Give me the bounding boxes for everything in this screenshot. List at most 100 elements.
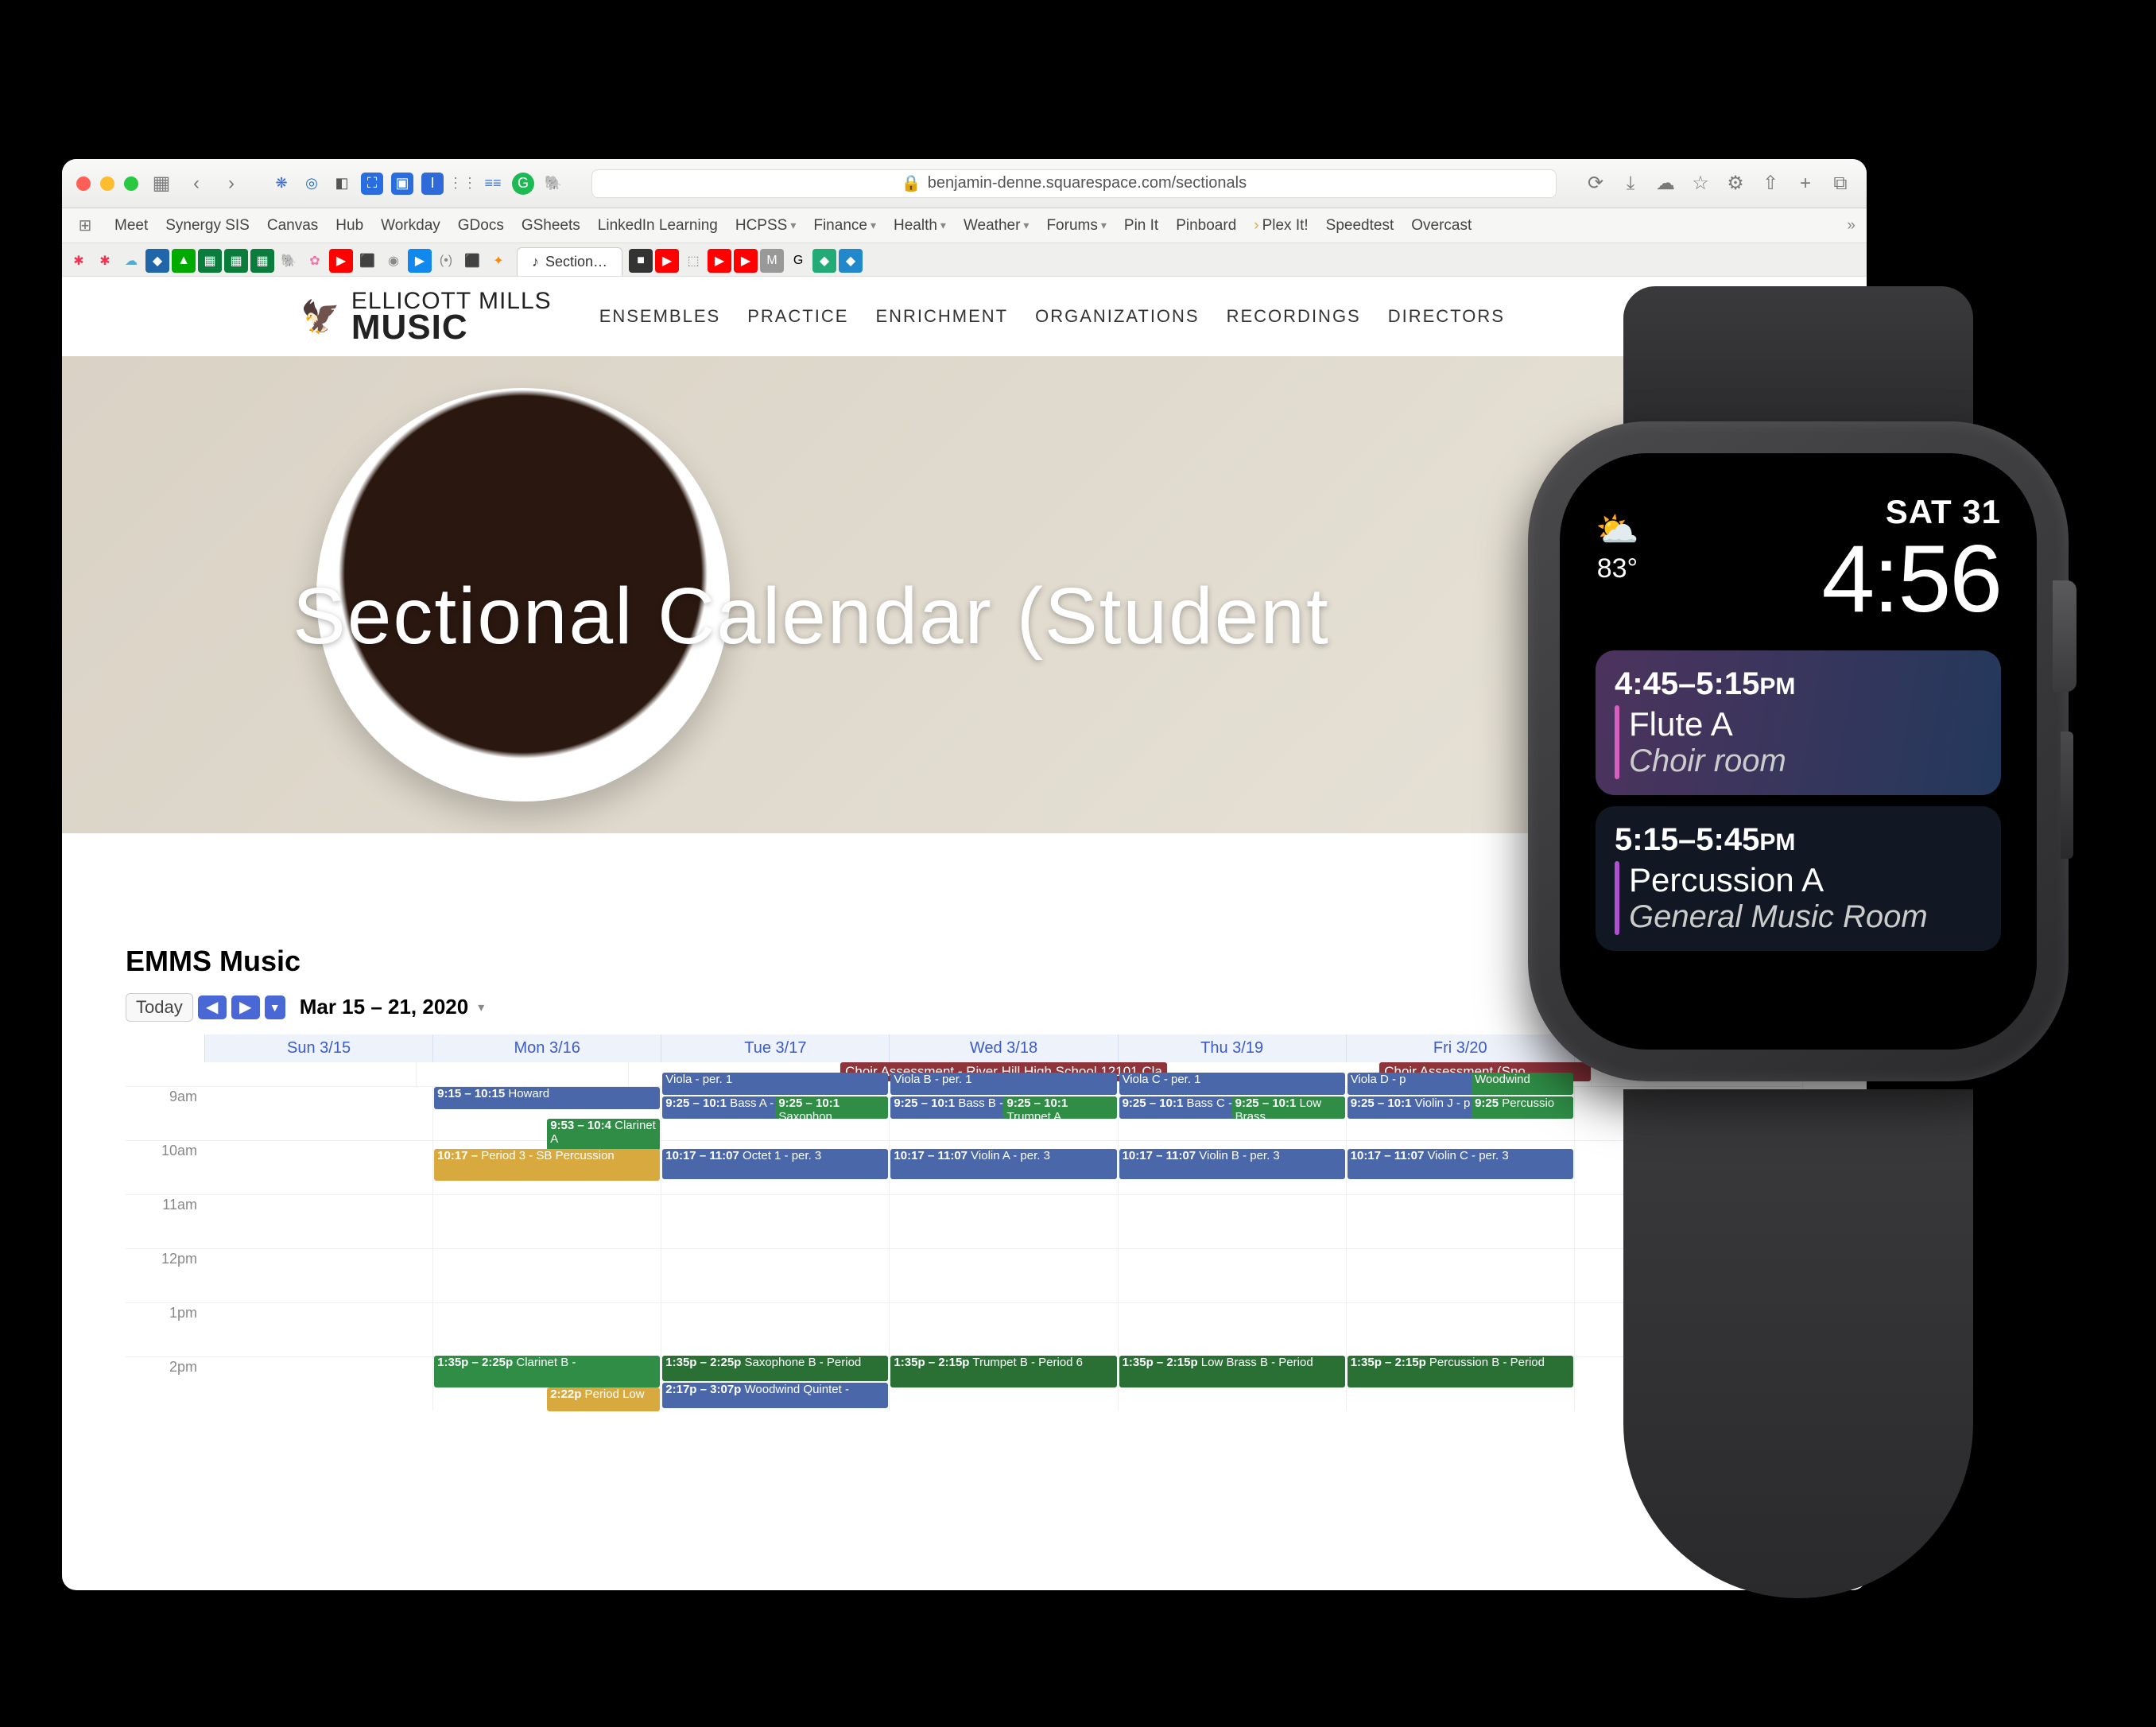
- bookmark-item[interactable]: Hub: [335, 217, 363, 235]
- address-bar[interactable]: 🔒 benjamin-denne.squarespace.com/section…: [591, 169, 1557, 198]
- bookmark-item[interactable]: Synergy SIS: [165, 217, 250, 235]
- extension-icon[interactable]: ▣: [391, 173, 413, 195]
- fullscreen-window-button[interactable]: [124, 177, 138, 191]
- pinned-tab[interactable]: ☁: [119, 249, 143, 273]
- pinned-tab[interactable]: ✱: [93, 249, 117, 273]
- pinned-tab[interactable]: G: [786, 249, 810, 273]
- sidebar-toggle-icon[interactable]: ▦: [149, 172, 173, 196]
- pinned-tab[interactable]: ▶: [655, 249, 679, 273]
- downloads-icon[interactable]: ⤓: [1619, 172, 1642, 196]
- pinned-tab[interactable]: ■: [629, 249, 653, 273]
- pinned-tab[interactable]: ▶: [329, 249, 353, 273]
- share-icon[interactable]: ⇧: [1759, 172, 1782, 196]
- upcoming-event-card[interactable]: 5:15–5:45PM Percussion A General Music R…: [1596, 806, 2001, 951]
- bookmark-folder[interactable]: Weather▾: [964, 217, 1030, 235]
- bookmark-folder[interactable]: Finance▾: [813, 217, 876, 235]
- minimize-window-button[interactable]: [100, 177, 114, 191]
- extension-icon[interactable]: ❋: [270, 173, 293, 195]
- calendar-event[interactable]: 9:25 – 10:1 Trumpet A: [1003, 1096, 1116, 1119]
- bookmark-item[interactable]: Pin It: [1124, 217, 1158, 235]
- favorite-icon[interactable]: ☆: [1689, 172, 1712, 196]
- pinned-tab[interactable]: ⬛: [460, 249, 484, 273]
- pinned-tab[interactable]: ◉: [382, 249, 405, 273]
- bookmark-item[interactable]: Workday: [381, 217, 440, 235]
- pinned-tab[interactable]: ⬚: [681, 249, 705, 273]
- extension-icon[interactable]: ≡≡: [482, 173, 504, 195]
- next-week-button[interactable]: ▶: [231, 995, 260, 1019]
- nav-item[interactable]: RECORDINGS: [1227, 306, 1361, 327]
- extension-icon[interactable]: ⛶: [361, 173, 383, 195]
- calendar-event[interactable]: Viola B - per. 1: [890, 1073, 1116, 1095]
- extension-icon[interactable]: ◧: [331, 173, 353, 195]
- cloud-icon[interactable]: ☁: [1654, 172, 1677, 196]
- bookmark-item[interactable]: Overcast: [1411, 217, 1472, 235]
- back-button[interactable]: ‹: [184, 172, 208, 196]
- forward-button[interactable]: ›: [219, 172, 243, 196]
- calendar-event[interactable]: Viola C - per. 1: [1119, 1073, 1345, 1095]
- pinned-tab[interactable]: ▶: [708, 249, 731, 273]
- upcoming-event-card[interactable]: 4:45–5:15PM Flute A Choir room: [1596, 650, 2001, 795]
- bookmark-item[interactable]: ›Plex It!: [1254, 217, 1308, 235]
- bookmark-item[interactable]: Canvas: [267, 217, 318, 235]
- pinned-tab[interactable]: ⬛: [355, 249, 379, 273]
- chevron-down-icon[interactable]: ▾: [478, 999, 484, 1015]
- grammarly-icon[interactable]: G: [512, 173, 534, 195]
- side-button[interactable]: [2061, 732, 2073, 859]
- bookmark-folder[interactable]: Forums▾: [1046, 217, 1106, 235]
- pinned-tab[interactable]: ◆: [839, 249, 863, 273]
- day-header[interactable]: Thu 3/19: [1119, 1034, 1347, 1062]
- date-picker-button[interactable]: ▼: [265, 995, 285, 1019]
- bookmark-item[interactable]: GSheets: [522, 217, 580, 235]
- pinned-tab[interactable]: ▦: [250, 249, 274, 273]
- calendar-event[interactable]: 9:15 – 10:15 Howard: [434, 1087, 660, 1109]
- pinned-tab[interactable]: ✱: [67, 249, 91, 273]
- day-header[interactable]: Sun 3/15: [205, 1034, 433, 1062]
- pinned-tab[interactable]: ▶: [408, 249, 432, 273]
- day-header[interactable]: Tue 3/17: [661, 1034, 890, 1062]
- pinned-tab[interactable]: ▦: [198, 249, 222, 273]
- active-tab[interactable]: ♪ Section…: [517, 247, 622, 276]
- bookmark-item[interactable]: LinkedIn Learning: [598, 217, 718, 235]
- close-window-button[interactable]: [76, 177, 91, 191]
- pinned-tab[interactable]: ◆: [812, 249, 836, 273]
- calendar-event[interactable]: Viola - per. 1: [662, 1073, 888, 1095]
- extension-icon[interactable]: I: [421, 173, 444, 195]
- rss-icon[interactable]: ⋮⋮: [452, 173, 474, 195]
- new-tab-button[interactable]: +: [1793, 172, 1817, 196]
- pinned-tab[interactable]: ▶: [734, 249, 758, 273]
- calendar-event[interactable]: 9:25 – 10:1 Saxophon: [775, 1096, 888, 1119]
- settings-icon[interactable]: ⚙: [1724, 172, 1747, 196]
- reload-button[interactable]: ⟳: [1584, 172, 1607, 196]
- day-header[interactable]: Mon 3/16: [433, 1034, 661, 1062]
- today-button[interactable]: Today: [126, 993, 193, 1022]
- pinned-tab[interactable]: ✦: [487, 249, 510, 273]
- tabs-icon[interactable]: ⧉: [1828, 172, 1852, 196]
- pinned-tab[interactable]: (•): [434, 249, 458, 273]
- evernote-icon[interactable]: 🐘: [542, 173, 564, 195]
- pinned-tab[interactable]: M: [760, 249, 784, 273]
- nav-item[interactable]: ORGANIZATIONS: [1035, 306, 1200, 327]
- nav-item[interactable]: ENRICHMENT: [875, 306, 1008, 327]
- day-header[interactable]: Wed 3/18: [890, 1034, 1118, 1062]
- bookmark-folder[interactable]: HCPSS▾: [735, 217, 797, 235]
- calendar-event[interactable]: 9:25 – 10:1 Low Brass: [1232, 1096, 1345, 1119]
- pinned-tab[interactable]: ✿: [303, 249, 327, 273]
- bookmark-item[interactable]: Meet: [114, 217, 148, 235]
- digital-crown[interactable]: [2053, 580, 2077, 692]
- bookmarks-overflow[interactable]: »: [1847, 217, 1855, 235]
- extension-icon[interactable]: ◎: [301, 173, 323, 195]
- bookmark-item[interactable]: Speedtest: [1326, 217, 1394, 235]
- pinned-tab[interactable]: ▲: [172, 249, 196, 273]
- apps-icon[interactable]: ⊞: [73, 214, 97, 238]
- bookmark-item[interactable]: GDocs: [458, 217, 504, 235]
- weather-complication[interactable]: ⛅ 83°: [1596, 509, 1639, 584]
- pinned-tab[interactable]: ▦: [224, 249, 248, 273]
- nav-item[interactable]: PRACTICE: [747, 306, 848, 327]
- watch-face[interactable]: ⛅ 83° SAT 31 4:56 4:45–5:15PM Flute A Ch…: [1560, 453, 2037, 1050]
- bookmark-item[interactable]: Pinboard: [1176, 217, 1236, 235]
- pinned-tab[interactable]: ◆: [145, 249, 169, 273]
- nav-item[interactable]: ENSEMBLES: [599, 306, 721, 327]
- prev-week-button[interactable]: ◀: [198, 995, 227, 1019]
- pinned-tab[interactable]: 🐘: [277, 249, 301, 273]
- bookmark-folder[interactable]: Health▾: [894, 217, 946, 235]
